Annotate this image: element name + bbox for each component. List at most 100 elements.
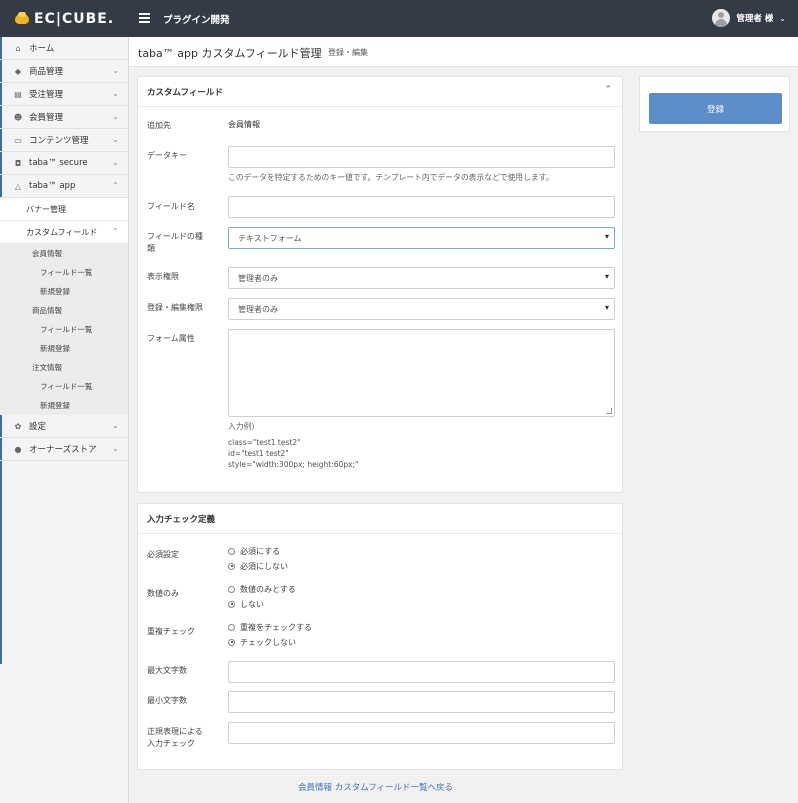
radio-label: 重複をチェックする (240, 622, 312, 632)
form-attr-textarea[interactable] (228, 329, 615, 417)
card-header: 入力チェック定義 (138, 504, 622, 534)
ec-cube-logo[interactable]: EC|CUBE. (14, 9, 114, 29)
sidebar-item-taba-secure[interactable]: ◘ taba™ secure ⌄ (0, 152, 128, 175)
flask-icon: △ (14, 181, 22, 191)
data-key-help: このデータを特定するためのキー値です。テンプレート内でデータの表示などで使用しま… (228, 173, 554, 182)
min-length-input[interactable] (228, 691, 615, 713)
sidebar-group-product-info[interactable]: 商品情報 (0, 301, 128, 320)
avatar-icon (712, 9, 731, 27)
sidebar-item-label: フィールド一覧 (40, 268, 93, 277)
sidebar-item-label: taba™ app (29, 181, 76, 191)
sidebar-item-member-field-list[interactable]: フィールド一覧 (0, 263, 128, 282)
radio-checked-icon (228, 600, 235, 608)
regex-label: 正規表現による 入力チェック (147, 726, 203, 750)
required-radio-no[interactable]: 必須にしない (228, 560, 288, 572)
sidebar-item-custom-field[interactable]: カスタムフィールド ⌃ (0, 221, 128, 244)
action-card: 登録 (639, 76, 790, 132)
sidebar-item-label: taba™ secure (29, 158, 88, 168)
custom-field-card: カスタムフィールド ⌃ 追加先 会員情報 データキー このデータを特定するための… (137, 76, 623, 493)
sidebar-group-member-info[interactable]: 会員情報 (0, 244, 128, 263)
sidebar-item-order-field-list[interactable]: フィールド一覧 (0, 377, 128, 396)
data-key-label: データキー (147, 151, 187, 160)
shield-icon: ◘ (14, 158, 22, 168)
sidebar-item-product-field-list[interactable]: フィールド一覧 (0, 320, 128, 339)
sidebar-item-label: バナー管理 (26, 204, 66, 214)
example-line: id="test1 test2" (228, 449, 289, 458)
sidebar-item-order-new[interactable]: 新規登録 (0, 396, 128, 415)
numeric-radio-yes[interactable]: 数値のみとする (228, 583, 296, 595)
radio-icon (228, 547, 235, 555)
field-type-select[interactable]: テキストフォーム (228, 227, 615, 249)
radio-label: 必須にしない (240, 561, 288, 571)
user-menu[interactable]: 管理者 様 ⌄ (712, 9, 786, 27)
field-name-label: フィールド名 (147, 202, 195, 211)
write-permission-select[interactable]: 管理者のみ (228, 298, 615, 320)
cart-icon: ▤ (14, 89, 22, 99)
validation-card: 入力チェック定義 必須設定 必須にする 必須にしない 数値のみ 数値のみとする … (137, 503, 623, 770)
sidebar-item-home[interactable]: ⌂ ホーム (0, 37, 128, 60)
duplicate-radio-no[interactable]: チェックしない (228, 636, 296, 648)
read-permission-label: 表示権限 (147, 272, 179, 281)
min-length-label: 最小文字数 (147, 696, 187, 705)
numeric-radio-no[interactable]: しない (228, 598, 264, 610)
sidebar-item-label: フィールド一覧 (40, 382, 93, 391)
radio-label: しない (240, 599, 264, 609)
sidebar-item-contents[interactable]: ▭ コンテンツ管理 ⌄ (0, 129, 128, 152)
top-bar: EC|CUBE. プラグイン開発 管理者 様 ⌄ (0, 0, 798, 37)
back-to-list-link[interactable]: 会員情報 カスタムフィールド一覧へ戻る (298, 781, 453, 793)
required-label: 必須設定 (147, 550, 179, 559)
chevron-down-icon: ⌄ (112, 421, 119, 430)
read-permission-select[interactable]: 管理者のみ (228, 267, 615, 289)
sidebar-item-member-new[interactable]: 新規登録 (0, 282, 128, 301)
sidebar-item-label: カスタムフィールド (26, 227, 98, 237)
chevron-down-icon: ⌄ (112, 135, 119, 144)
sidebar-item-label: フィールド一覧 (40, 325, 93, 334)
sidebar-item-product-new[interactable]: 新規登録 (0, 339, 128, 358)
sidebar-item-owners-store[interactable]: ● オーナーズストア ⌄ (0, 438, 128, 461)
target-label: 追加先 (147, 121, 171, 130)
form-attr-label: フォーム属性 (147, 334, 195, 343)
chevron-down-icon: ⌄ (112, 89, 119, 98)
required-radio-yes[interactable]: 必須にする (228, 545, 280, 557)
duplicate-label: 重複チェック (147, 627, 195, 636)
sidebar-item-label: 設定 (29, 422, 47, 432)
field-type-label: フィールドの種類 (147, 231, 203, 255)
field-name-input[interactable] (228, 196, 615, 218)
menu-toggle-icon[interactable] (139, 13, 150, 23)
target-value: 会員情報 (228, 120, 260, 129)
sidebar-item-label: 新規登録 (40, 344, 70, 353)
chevron-up-icon[interactable]: ⌃ (604, 85, 612, 95)
cube-logo-icon (14, 12, 30, 26)
sidebar-item-members[interactable]: ☻ 会員管理 ⌄ (0, 106, 128, 129)
gear-icon: ✿ (14, 421, 22, 431)
field-type-label-line1: フィールドの種 (147, 232, 203, 241)
chevron-down-icon: ⌄ (112, 444, 119, 453)
sidebar-group-order-info[interactable]: 注文情報 (0, 358, 128, 377)
example-line: class="test1 test2" (228, 438, 301, 447)
chevron-down-icon: ⌄ (112, 158, 119, 167)
chevron-up-icon: ⌃ (112, 227, 119, 236)
numeric-label: 数値のみ (147, 589, 179, 598)
data-key-input[interactable] (228, 146, 615, 168)
users-icon: ☻ (13, 112, 23, 122)
chevron-up-icon: ⌃ (112, 181, 119, 190)
sidebar-item-label: 商品情報 (32, 306, 62, 315)
plugin-dev-title: プラグイン開発 (163, 15, 230, 26)
file-icon: ▭ (14, 135, 22, 145)
regex-input[interactable] (228, 722, 615, 744)
sidebar-item-label: 受注管理 (29, 90, 64, 100)
home-icon: ⌂ (15, 43, 21, 53)
sidebar-item-taba-app[interactable]: △ taba™ app ⌃ (0, 175, 128, 198)
chevron-down-icon: ⌄ (112, 112, 119, 121)
max-length-input[interactable] (228, 661, 615, 683)
field-type-label-line2: 類 (147, 244, 155, 253)
sidebar-item-banner[interactable]: バナー管理 (0, 198, 128, 221)
sidebar-item-orders[interactable]: ▤ 受注管理 ⌄ (0, 83, 128, 106)
sidebar-item-label: コンテンツ管理 (29, 136, 89, 146)
page-subtitle: 登録・編集 (328, 48, 368, 57)
sidebar-item-settings[interactable]: ✿ 設定 ⌄ (0, 415, 128, 438)
duplicate-radio-yes[interactable]: 重複をチェックする (228, 621, 312, 633)
register-button[interactable]: 登録 (649, 93, 782, 124)
sidebar-item-label: 注文情報 (32, 363, 62, 372)
sidebar-item-products[interactable]: ◆ 商品管理 ⌄ (0, 60, 128, 83)
